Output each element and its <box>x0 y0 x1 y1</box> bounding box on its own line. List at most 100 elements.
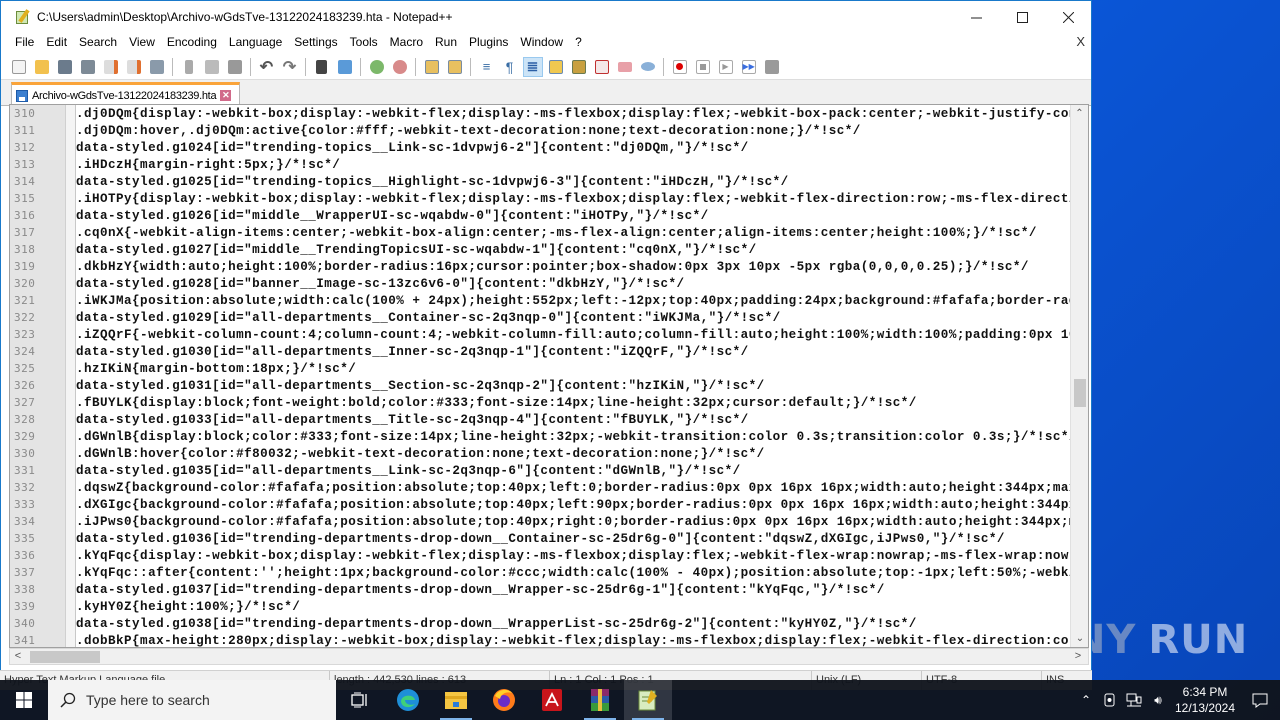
meet-now-button[interactable] <box>1098 693 1122 707</box>
code-line[interactable]: 331 data-styled.g1035[id="all-departments… <box>10 462 1070 479</box>
zoom-out-button[interactable] <box>390 57 410 77</box>
open-file-button[interactable] <box>32 57 52 77</box>
sync-horizontal-button[interactable] <box>445 57 465 77</box>
close-button[interactable] <box>1045 1 1091 33</box>
taskbar-file-explorer[interactable] <box>432 680 480 720</box>
code-line[interactable]: 323 .iZQQrF{-webkit-column-count:4;column… <box>10 326 1070 343</box>
minimize-button[interactable] <box>953 1 999 33</box>
network-button[interactable] <box>1122 693 1146 707</box>
code-line[interactable]: 315 .iHOTPy{display:-webkit-box;display:-… <box>10 190 1070 207</box>
code-line[interactable]: 336 .kYqFqc{display:-webkit-box;display:-… <box>10 547 1070 564</box>
close-button-tb[interactable] <box>101 57 121 77</box>
file-tab[interactable]: Archivo-wGdsTve-13122024183239.hta ✕ <box>11 82 241 106</box>
show-hidden-icons-button[interactable]: ⌃ <box>1074 693 1098 707</box>
undo-button[interactable]: ↶ <box>257 57 277 77</box>
record-macro-button[interactable] <box>670 57 690 77</box>
folder-as-workspace-button[interactable] <box>615 57 635 77</box>
monitoring-button[interactable] <box>638 57 658 77</box>
taskbar-edge[interactable] <box>384 680 432 720</box>
menu-window[interactable]: Window <box>514 35 569 49</box>
word-wrap-button[interactable]: ≡ <box>477 57 497 77</box>
menu-tools[interactable]: Tools <box>344 35 384 49</box>
menu-macro[interactable]: Macro <box>384 35 429 49</box>
copy-button[interactable] <box>202 57 222 77</box>
code-line[interactable]: 337 .kYqFqc::after{content:'';height:1px;… <box>10 564 1070 581</box>
menu-language[interactable]: Language <box>223 35 288 49</box>
save-macro-button[interactable] <box>762 57 782 77</box>
code-line[interactable]: 332 .dqswZ{background-color:#fafafa;posit… <box>10 479 1070 496</box>
code-line[interactable]: 334 .iJPws0{background-color:#fafafa;posi… <box>10 513 1070 530</box>
volume-button[interactable]: 🔊︎ <box>1146 693 1170 708</box>
code-editor[interactable]: 310 .dj0DQm{display:-webkit-box;display:-… <box>9 104 1089 648</box>
horizontal-scroll-thumb[interactable] <box>30 651 100 663</box>
paste-button[interactable] <box>225 57 245 77</box>
run-macro-multiple-button[interactable]: ▶▶ <box>739 57 759 77</box>
code-line[interactable]: 317 .cq0nX{-webkit-align-items:center;-we… <box>10 224 1070 241</box>
code-line[interactable]: 322 data-styled.g1029[id="all-departments… <box>10 309 1070 326</box>
menu-file[interactable]: File <box>9 35 40 49</box>
taskbar-winrar[interactable] <box>576 680 624 720</box>
taskbar-search-box[interactable]: Type here to search <box>48 680 336 720</box>
menu-encoding[interactable]: Encoding <box>161 35 223 49</box>
menu-help[interactable]: ? <box>569 35 588 49</box>
code-line[interactable]: 333 .dXGIgc{background-color:#fafafa;posi… <box>10 496 1070 513</box>
close-all-button[interactable] <box>124 57 144 77</box>
new-file-button[interactable] <box>9 57 29 77</box>
code-line[interactable]: 341 .dobBkP{max-height:280px;display:-web… <box>10 632 1070 648</box>
save-button[interactable] <box>55 57 75 77</box>
find-button[interactable] <box>312 57 332 77</box>
code-line[interactable]: 316 data-styled.g1026[id="middle__Wrapper… <box>10 207 1070 224</box>
code-line[interactable]: 329 .dGWnlB{display:block;color:#333;font… <box>10 428 1070 445</box>
define-language-button[interactable] <box>546 57 566 77</box>
save-all-button[interactable] <box>78 57 98 77</box>
scroll-right-icon[interactable]: > <box>1070 649 1086 664</box>
scroll-up-icon[interactable]: ⌃ <box>1071 105 1088 122</box>
tab-close-icon[interactable]: ✕ <box>220 90 232 101</box>
redo-button[interactable]: ↷ <box>280 57 300 77</box>
code-line[interactable]: 326 data-styled.g1031[id="all-departments… <box>10 377 1070 394</box>
code-line[interactable]: 324 data-styled.g1030[id="all-departments… <box>10 343 1070 360</box>
function-list-button[interactable] <box>592 57 612 77</box>
code-line[interactable]: 310 .dj0DQm{display:-webkit-box;display:-… <box>10 105 1070 122</box>
code-line[interactable]: 318 data-styled.g1027[id="middle__Trendin… <box>10 241 1070 258</box>
code-line[interactable]: 314 data-styled.g1025[id="trending-topics… <box>10 173 1070 190</box>
scroll-left-icon[interactable]: < <box>10 649 26 664</box>
code-line[interactable]: 311 .dj0DQm:hover,.dj0DQm:active{color:#f… <box>10 122 1070 139</box>
task-view-button[interactable] <box>336 680 384 720</box>
menu-plugins[interactable]: Plugins <box>463 35 514 49</box>
start-button[interactable] <box>0 680 48 720</box>
code-line[interactable]: 330 .dGWnlB:hover{color:#f80032;-webkit-t… <box>10 445 1070 462</box>
indent-guide-button[interactable]: ≣ <box>522 56 543 77</box>
vertical-scroll-thumb[interactable] <box>1074 379 1086 407</box>
menu-edit[interactable]: Edit <box>40 35 73 49</box>
sync-vertical-button[interactable] <box>422 57 442 77</box>
code-line[interactable]: 321 .iWKJMa{position:absolute;width:calc(… <box>10 292 1070 309</box>
menu-view[interactable]: View <box>123 35 161 49</box>
horizontal-scrollbar[interactable]: < > <box>9 648 1089 665</box>
maximize-button[interactable] <box>999 1 1045 33</box>
code-line[interactable]: 313 .iHDczH{margin-right:5px;}/*!sc*/ <box>10 156 1070 173</box>
close-document-button[interactable]: X <box>1076 34 1085 49</box>
code-line[interactable]: 319 .dkbHzY{width:auto;height:100%;border… <box>10 258 1070 275</box>
scroll-down-icon[interactable]: ⌄ <box>1071 630 1088 647</box>
code-line[interactable]: 339 .kyHY0Z{height:100%;}/*!sc*/ <box>10 598 1070 615</box>
menu-settings[interactable]: Settings <box>288 35 343 49</box>
code-line[interactable]: 320 data-styled.g1028[id="banner__Image-s… <box>10 275 1070 292</box>
code-line[interactable]: 325 .hzIKiN{margin-bottom:18px;}/*!sc*/ <box>10 360 1070 377</box>
code-line[interactable]: 340 data-styled.g1038[id="trending-depart… <box>10 615 1070 632</box>
show-all-characters-button[interactable]: ¶ <box>500 57 520 77</box>
code-line[interactable]: 312 data-styled.g1024[id="trending-topics… <box>10 139 1070 156</box>
taskbar-firefox[interactable] <box>480 680 528 720</box>
taskbar-acrobat[interactable] <box>528 680 576 720</box>
code-line[interactable]: 335 data-styled.g1036[id="trending-depart… <box>10 530 1070 547</box>
code-line[interactable]: 328 data-styled.g1033[id="all-departments… <box>10 411 1070 428</box>
taskbar-notepadpp[interactable] <box>624 680 672 720</box>
code-line[interactable]: 327 .fBUYLK{display:block;font-weight:bol… <box>10 394 1070 411</box>
code-line[interactable]: 338 data-styled.g1037[id="trending-depart… <box>10 581 1070 598</box>
vertical-scrollbar[interactable]: ⌃ ⌄ <box>1070 105 1088 647</box>
print-button[interactable] <box>147 57 167 77</box>
document-map-button[interactable] <box>569 57 589 77</box>
stop-recording-button[interactable] <box>693 57 713 77</box>
play-macro-button[interactable]: ▶ <box>716 57 736 77</box>
cut-button[interactable] <box>179 57 199 77</box>
